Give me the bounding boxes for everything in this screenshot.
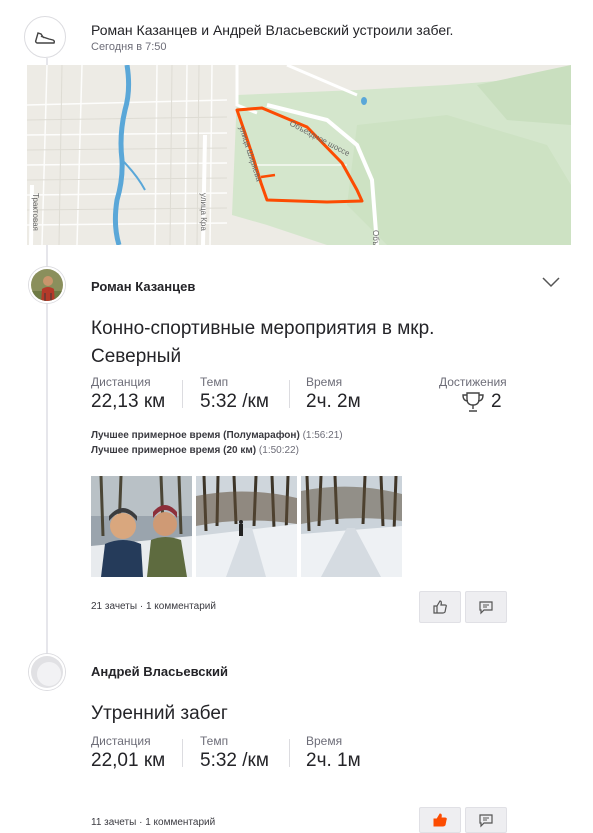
athlete-name[interactable]: Роман Казанцев — [91, 279, 195, 294]
best-effort-label: Лучшее примерное время (Полумарафон) — [91, 430, 300, 441]
best-effort: Лучшее примерное время (Полумарафон) (1:… — [91, 430, 343, 441]
chevron-down-icon[interactable] — [541, 275, 561, 289]
social-summary: 11 зачеты · 1 комментарий — [91, 817, 215, 828]
stat-divider — [289, 739, 290, 767]
stat-label: Темп — [200, 375, 229, 389]
separator: · — [139, 601, 144, 612]
stat-value: 22,13 км — [91, 391, 166, 412]
stat-distance: Дистанция 22,01 км — [91, 734, 165, 772]
athlete-name[interactable]: Андрей Власьевский — [91, 664, 228, 679]
activity-photo[interactable] — [196, 476, 297, 577]
achievements-count: 2 — [491, 391, 502, 412]
stat-distance: Дистанция 22,13 км — [91, 375, 165, 413]
activity-photo[interactable] — [91, 476, 192, 577]
stat-value: 2ч. 1м — [306, 750, 361, 771]
map-label: Трактовая — [31, 193, 40, 231]
activity-title[interactable]: Конно-спортивные мероприятия в мкр. Севе… — [91, 315, 511, 371]
stat-label: Время — [306, 375, 343, 389]
stat-divider — [289, 380, 290, 408]
athlete-avatar[interactable] — [29, 267, 65, 303]
comment-icon — [479, 601, 493, 615]
stat-value: 22,01 км — [91, 750, 166, 771]
best-effort: Лучшее примерное время (20 км) (1:50:22) — [91, 445, 299, 456]
best-effort-time: (1:50:22) — [258, 445, 299, 456]
stat-divider — [182, 739, 183, 767]
stat-label: Время — [306, 734, 343, 748]
group-activity-header: Роман Казанцев и Андрей Власьевский устр… — [24, 16, 569, 58]
stat-label: Достижения — [439, 375, 507, 389]
activity-photo[interactable] — [301, 476, 402, 577]
group-activity-time: Сегодня в 7:50 — [91, 41, 167, 53]
group-activity-title: Роман Казанцев и Андрей Власьевский устр… — [91, 22, 454, 38]
social-summary: 21 зачеты · 1 комментарий — [91, 601, 216, 612]
best-effort-time: (1:56:21) — [302, 430, 343, 441]
kudos-button[interactable] — [419, 591, 461, 623]
comment-button[interactable] — [465, 591, 507, 623]
map-label: улица Кра — [199, 193, 208, 231]
kudos-count-link[interactable]: 21 зачеты — [91, 601, 137, 612]
comments-count-link[interactable]: 1 комментарий — [146, 601, 216, 612]
thumbs-up-icon — [433, 600, 447, 614]
map-label: Объ — [371, 230, 380, 245]
stat-pace: Темп 5:32 /км — [200, 734, 269, 772]
trophy-icon — [462, 392, 484, 412]
stat-achievements: Достижения 2 — [439, 375, 507, 413]
run-shoe-icon — [24, 16, 66, 58]
kudos-count-link[interactable]: 11 зачеты — [91, 817, 136, 828]
stat-label: Темп — [200, 734, 229, 748]
comments-count-link[interactable]: 1 комментарий — [145, 817, 215, 828]
athlete-avatar[interactable] — [29, 654, 65, 690]
stat-time: Время 2ч. 1м — [306, 734, 361, 772]
comment-icon — [479, 814, 493, 828]
stat-pace: Темп 5:32 /км — [200, 375, 269, 413]
thumbs-up-icon — [433, 813, 447, 827]
separator: · — [139, 817, 143, 828]
stat-value: 5:32 /км — [200, 391, 269, 412]
stat-label: Дистанция — [91, 734, 151, 748]
stat-time: Время 2ч. 2м — [306, 375, 361, 413]
best-effort-label: Лучшее примерное время (20 км) — [91, 445, 257, 456]
kudos-button[interactable] — [419, 807, 461, 833]
stat-label: Дистанция — [91, 375, 151, 389]
stat-value: 2ч. 2м — [306, 391, 361, 412]
comment-button[interactable] — [465, 807, 507, 833]
stat-value: 5:32 /км — [200, 750, 269, 771]
activity-title[interactable]: Утренний забег — [91, 700, 511, 728]
route-map[interactable]: Объездное шоссе улица Ширяева Трактовая … — [27, 65, 571, 245]
stat-divider — [182, 380, 183, 408]
